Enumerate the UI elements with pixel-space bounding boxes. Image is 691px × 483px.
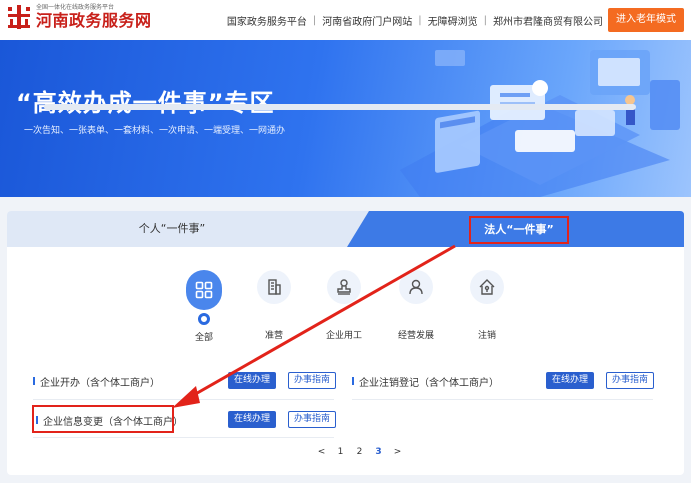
pagination: < 1 2 3 > [312,447,407,457]
pager-next-button[interactable]: > [388,447,407,457]
pager-page-3-current[interactable]: 3 [369,447,388,457]
page: 全国一体化在线政务服务平台 河南政务服务网 国家政务服务平台 | 河南省政府门户… [0,0,691,483]
pager-prev-button[interactable]: < [312,447,331,457]
pager-page-2[interactable]: 2 [350,447,369,457]
annotation-arrow [172,244,456,408]
pager-page-1[interactable]: 1 [331,447,350,457]
